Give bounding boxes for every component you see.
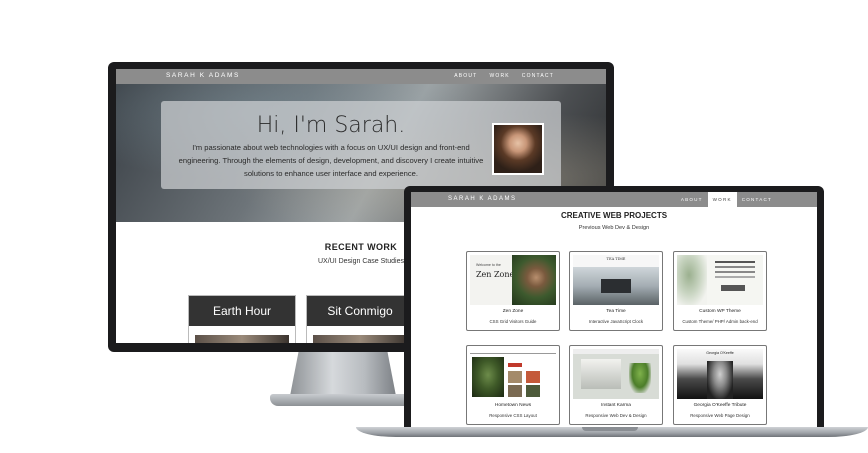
thumb-image xyxy=(677,255,707,305)
project-description: Responsive Web Page Design xyxy=(690,413,750,418)
laptop-navbar: SARAH K ADAMS ABOUT WORK CONTACT xyxy=(411,192,817,207)
laptop: SARAH K ADAMS ABOUT WORK CONTACT CREATIV… xyxy=(404,186,824,429)
project-thumbnail: TEA TIME xyxy=(573,255,659,305)
thumb-button xyxy=(721,285,745,291)
laptop-nav-contact[interactable]: CONTACT xyxy=(737,192,777,207)
case-study-title: Sit Conmigo xyxy=(307,296,413,326)
laptop-nav-about[interactable]: ABOUT xyxy=(676,192,708,207)
thumb-image xyxy=(472,357,504,397)
thumb-image xyxy=(512,255,556,305)
project-description: CSS Grid Visitors Guide xyxy=(489,319,537,324)
project-name: Tea Time xyxy=(606,309,626,314)
project-thumbnail: Georgia O'Keeffe xyxy=(677,349,763,399)
profile-photo xyxy=(492,123,544,175)
thumb-text: Zen Zone xyxy=(476,270,515,279)
hero-title: Hi, I'm Sarah. xyxy=(256,113,406,138)
monitor-stand-neck xyxy=(290,352,396,396)
project-thumbnail xyxy=(677,255,763,305)
desktop-nav-about[interactable]: ABOUT xyxy=(454,73,477,79)
project-description: Interactive JavaScript Clock xyxy=(588,319,644,324)
project-card-hometown-news[interactable]: Hometown News Responsive CSS Layout xyxy=(466,345,560,425)
case-study-image xyxy=(313,335,407,343)
thumb-image xyxy=(526,385,540,397)
thumb-image xyxy=(526,371,540,383)
thumb-image xyxy=(508,371,522,383)
hero-intro-text: I'm passionate about web technologies wi… xyxy=(178,143,484,178)
project-card-custom-wp-theme[interactable]: Custom WP Theme Custom Theme/ PHP/ Admin… xyxy=(673,251,767,331)
project-card-instant-karma[interactable]: Instant Karma Responsive Web Dev & Desig… xyxy=(569,345,663,425)
thumb-text: TEA TIME xyxy=(606,257,626,261)
desktop-nav-work[interactable]: WORK xyxy=(489,73,509,79)
laptop-brand[interactable]: SARAH K ADAMS xyxy=(448,196,517,202)
thumb-image xyxy=(629,363,651,393)
laptop-nav-work[interactable]: WORK xyxy=(707,192,737,207)
case-study-image xyxy=(195,335,289,343)
project-description: Responsive CSS Layout xyxy=(489,413,537,418)
project-thumbnail xyxy=(573,349,659,399)
desktop-brand[interactable]: SARAH K ADAMS xyxy=(166,72,240,79)
desktop-navbar: SARAH K ADAMS ABOUT WORK CONTACT xyxy=(116,69,606,84)
case-study-card-earth-hour[interactable]: Earth Hour xyxy=(188,295,296,343)
projects-title: CREATIVE WEB PROJECTS xyxy=(560,211,668,220)
thumb-text: Welcome to the xyxy=(476,263,501,267)
desktop-nav-links: ABOUT WORK CONTACT xyxy=(454,73,554,79)
case-study-card-sit-conmigo[interactable]: Sit Conmigo xyxy=(306,295,414,343)
monitor-stand-base xyxy=(270,394,420,406)
laptop-notch xyxy=(582,427,638,431)
project-card-zen-zone[interactable]: Welcome to the Zen Zone Zen Zone CSS Gri… xyxy=(466,251,560,331)
project-card-tea-time[interactable]: TEA TIME Tea Time Interactive JavaScript… xyxy=(569,251,663,331)
thumb-header xyxy=(573,349,659,354)
project-name: Zen Zone xyxy=(502,309,524,314)
case-study-title: Earth Hour xyxy=(189,296,295,326)
thumb-image xyxy=(601,279,631,293)
thumb-text: Georgia O'Keeffe xyxy=(706,351,734,355)
projects-subtitle: Previous Web Dev & Design xyxy=(578,225,650,231)
project-thumbnail xyxy=(470,349,556,399)
project-thumbnail: Welcome to the Zen Zone xyxy=(470,255,556,305)
thumb-accent xyxy=(508,363,522,367)
project-name: Custom WP Theme xyxy=(699,309,741,314)
project-name: Georgia O'Keeffe Tribute xyxy=(693,403,747,408)
project-name: Instant Karma xyxy=(601,403,631,408)
thumb-text-lines xyxy=(715,261,755,278)
project-description: Custom Theme/ PHP/ Admin back-end xyxy=(682,319,758,324)
project-name: Hometown News xyxy=(494,403,532,408)
desktop-nav-contact[interactable]: CONTACT xyxy=(522,73,554,79)
thumb-image xyxy=(581,359,621,389)
laptop-screen: SARAH K ADAMS ABOUT WORK CONTACT CREATIV… xyxy=(411,192,817,429)
thumb-image xyxy=(707,361,733,399)
laptop-nav-links: ABOUT WORK CONTACT xyxy=(676,192,777,207)
thumb-image xyxy=(508,385,522,397)
project-description: Responsive Web Dev & Design xyxy=(585,413,647,418)
thumb-header xyxy=(470,349,556,354)
hero-panel: Hi, I'm Sarah. I'm passionate about web … xyxy=(161,101,561,189)
project-card-georgia-okeeffe[interactable]: Georgia O'Keeffe Georgia O'Keeffe Tribut… xyxy=(673,345,767,425)
